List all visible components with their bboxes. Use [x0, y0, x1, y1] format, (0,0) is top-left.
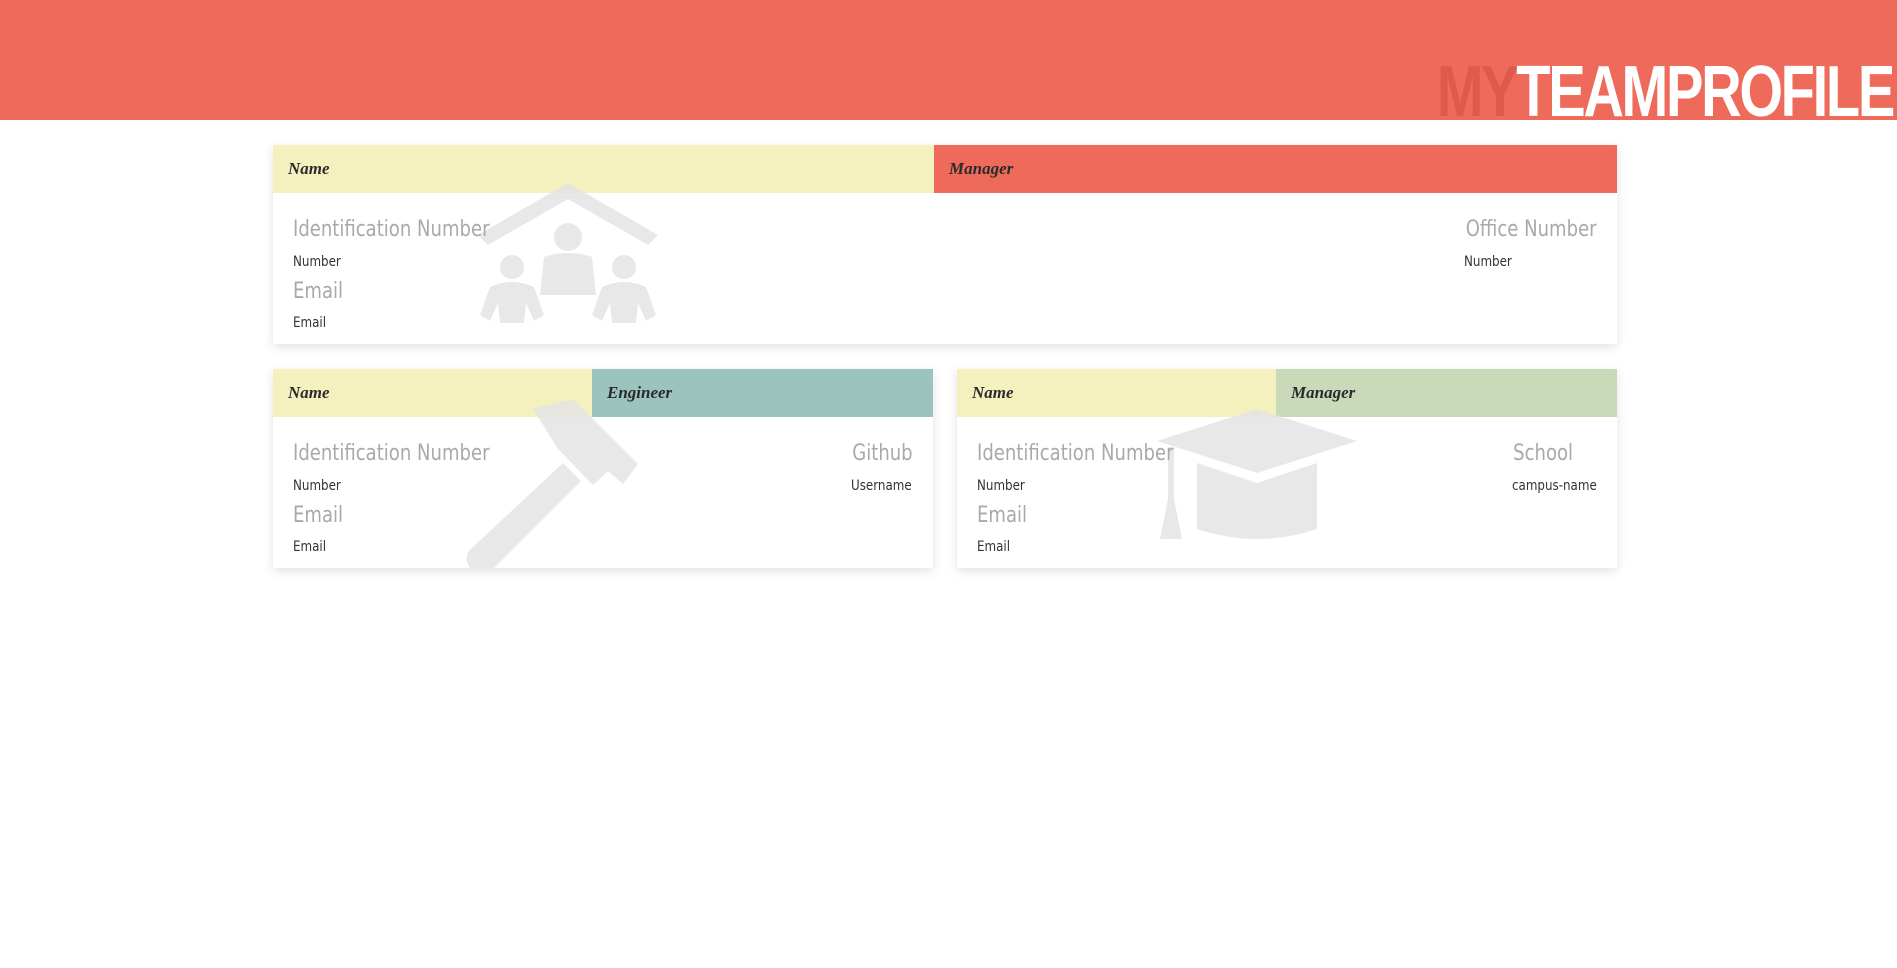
email-value: Email [293, 539, 327, 555]
office-number-value: Number [1464, 254, 1512, 270]
employee-name: Name [273, 145, 934, 193]
brand-main: TEAMPROFILE [1516, 52, 1895, 132]
school-value: campus-name [1512, 478, 1597, 494]
employee-name: Name [957, 369, 1276, 417]
office-number-label: Office Number [1466, 217, 1597, 242]
card-header: Name Manager [957, 369, 1617, 417]
employee-role: Engineer [592, 369, 933, 417]
brand-logo: MYTEAMPROFILE [1437, 56, 1896, 128]
id-value: Number [977, 478, 1025, 494]
card-header: Name Engineer [273, 369, 933, 417]
email-value: Email [293, 315, 327, 331]
email-value: Email [977, 539, 1011, 555]
card-header: Name Manager [273, 145, 1617, 193]
id-label: Identification Number [977, 441, 1174, 466]
brand-prefix: MY [1436, 52, 1519, 132]
employee-name: Name [273, 369, 592, 417]
employee-card-school: Name Manager Identification Number Numbe… [957, 369, 1617, 568]
github-label: Github [852, 441, 913, 466]
id-value: Number [293, 254, 341, 270]
page-header: MYTEAMPROFILE [0, 0, 1897, 128]
graduation-cap-icon [1157, 409, 1357, 539]
employee-role: Manager [1276, 369, 1617, 417]
id-label: Identification Number [293, 217, 490, 242]
id-value: Number [293, 478, 341, 494]
employee-card-manager: Name Manager Identification Number Numbe… [273, 145, 1617, 344]
employee-card-engineer: Name Engineer Identification Number Numb… [273, 369, 933, 568]
school-label: School [1513, 441, 1573, 466]
email-label: Email [293, 279, 344, 304]
github-username[interactable]: Username [851, 478, 912, 494]
id-label: Identification Number [293, 441, 490, 466]
email-label: Email [293, 503, 344, 528]
email-label: Email [977, 503, 1028, 528]
employee-role: Manager [934, 145, 1617, 193]
